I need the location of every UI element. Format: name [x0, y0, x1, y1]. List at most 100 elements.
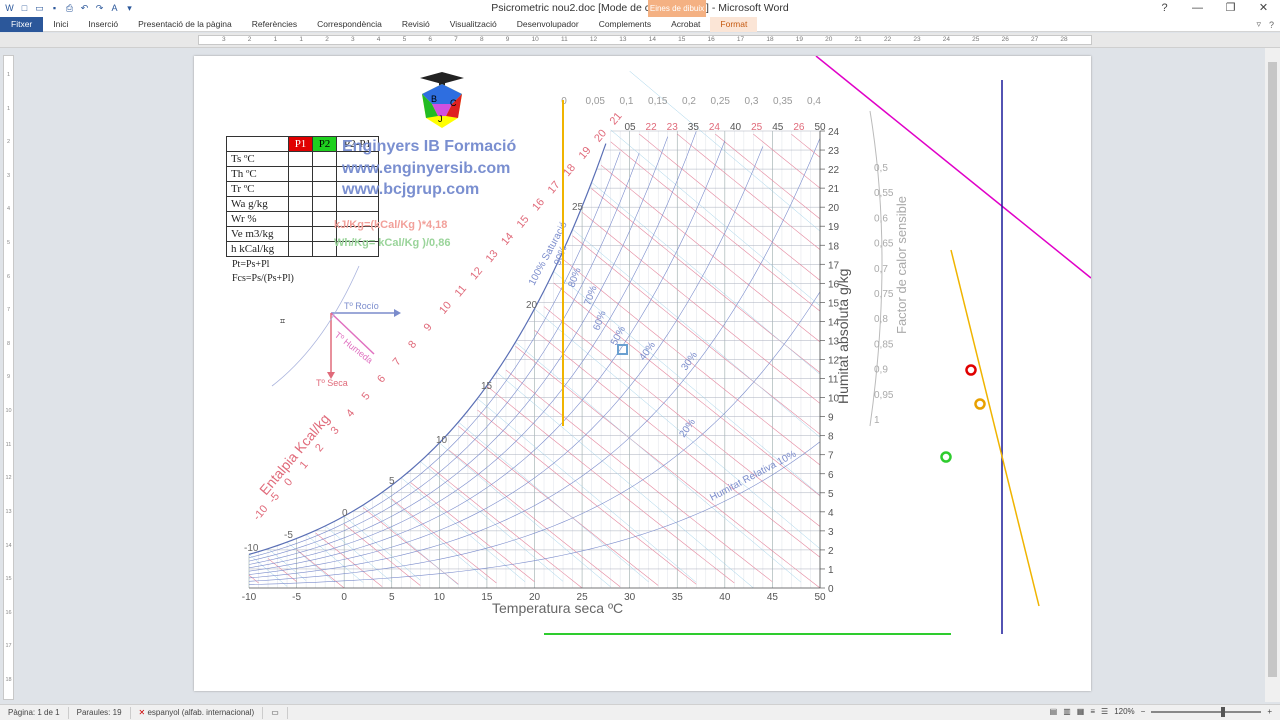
status-page[interactable]: Pàgina: 1 de 1 [0, 706, 69, 719]
top-temp-tick-label: 26 [793, 122, 805, 133]
close-button[interactable]: ✕ [1247, 0, 1280, 17]
undo-icon[interactable]: ↶ [79, 3, 90, 14]
ruler-mark: 27 [1030, 36, 1039, 43]
enthalpy-line [715, 133, 821, 220]
view-web-icon[interactable]: ▦ [1077, 707, 1085, 716]
zoom-out-button[interactable]: − [1141, 707, 1146, 716]
y-tick-label: 18 [828, 241, 840, 252]
x-axis-title: Temperatura seca ºC [492, 600, 623, 616]
rh-curve [248, 131, 697, 569]
vertical-scrollbar[interactable] [1265, 48, 1280, 702]
top-temp-tick-label: 22 [646, 122, 658, 133]
enthalpy-tick-label: 19 [577, 145, 594, 162]
tab-review[interactable]: Revisió [392, 17, 440, 32]
y-tick-label: 9 [828, 413, 834, 424]
zoom-in-button[interactable]: + [1267, 707, 1272, 716]
status-language[interactable]: ✕ espanyol (alfab. internacional) [131, 706, 264, 719]
x-tick-label: 5 [389, 592, 395, 603]
ruler-mark: 6 [428, 36, 432, 43]
top-tick-label: 0,15 [648, 96, 668, 107]
document-page[interactable]: B C J P1 P2 P2-P1 Ts ºC Th ºC Tr ºC Wa g… [194, 56, 1091, 691]
y-tick-label: 23 [828, 146, 840, 157]
rocio-label: Tº Rocío [344, 301, 379, 311]
vertical-ruler[interactable]: 1 1 2 3 4 5 6 7 8 9 10 11 12 13 14 15 16 17 18 [3, 55, 14, 700]
window-title: Psicrometric nou2.doc [Mode de compatibi… [491, 2, 789, 14]
view-fullscreen-icon[interactable]: ▥ [1063, 707, 1071, 716]
status-words[interactable]: Paraules: 19 [69, 706, 131, 719]
horizontal-ruler[interactable]: 3 2 1 1 2 3 4 5 6 7 8 9 10 11 12 13 14 15 16 17 18 19 20 21 22 23… [0, 33, 1280, 48]
ruler-mark: 13 [619, 36, 627, 43]
tab-format[interactable]: Format [710, 16, 758, 32]
enthalpy-line [581, 211, 821, 404]
print-icon[interactable]: ⎙ [64, 3, 75, 14]
enthalpy-tick-label: -10 [251, 503, 270, 523]
word-icon: W [5, 3, 14, 13]
tab-home[interactable]: Inici [43, 17, 78, 32]
y-tick-label: 1 [828, 565, 834, 576]
redo-icon[interactable]: ↷ [94, 3, 105, 14]
ruler-mark: 14 [648, 36, 656, 43]
ruler-mark: 11 [560, 36, 568, 43]
customize-qat-icon[interactable]: ▾ [124, 3, 135, 14]
enthalpy-line [677, 133, 821, 250]
save-icon[interactable]: ▪ [49, 3, 60, 14]
view-outline-icon[interactable]: ≡ [1090, 707, 1095, 716]
ruler-mark: 7 [454, 36, 458, 43]
restore-button[interactable]: ❐ [1214, 0, 1247, 17]
help-icon[interactable]: ? [1148, 0, 1181, 17]
ruler-mark: 22 [883, 36, 892, 43]
tab-references[interactable]: Referències [242, 17, 307, 32]
y-tick-label: 4 [828, 508, 834, 519]
zoom-slider[interactable] [1151, 706, 1262, 717]
font-color-icon[interactable]: A [109, 3, 120, 14]
view-draft-icon[interactable]: ☰ [1101, 707, 1108, 716]
y-tick-label: 2 [828, 546, 834, 557]
enthalpy-tick-label: 4 [344, 407, 357, 419]
view-print-layout-icon[interactable]: ▤ [1050, 707, 1058, 716]
ribbon-expand-icon[interactable]: ▿ [1256, 19, 1261, 30]
tab-page-layout[interactable]: Presentació de la pàgina [128, 17, 242, 32]
ruler-mark: 4 [376, 36, 381, 43]
enthalpy-tick-label: 7 [391, 356, 404, 368]
y-tick-label: 22 [828, 165, 840, 176]
tab-insert[interactable]: Inserció [78, 17, 128, 32]
top-temp-tick-label: 40 [730, 122, 742, 133]
tab-mailings[interactable]: Correspondència [307, 17, 392, 32]
top-temp-tick-label: 35 [688, 122, 700, 133]
legend-curve [271, 265, 360, 387]
zoom-level[interactable]: 120% [1114, 707, 1134, 716]
x-tick-label: 35 [672, 592, 684, 603]
tab-view[interactable]: Visualització [440, 17, 507, 32]
enthalpy-line [410, 482, 535, 582]
macro-record-icon[interactable]: ▭ [263, 706, 288, 719]
enthalpy-line [791, 133, 821, 158]
minimize-button[interactable]: — [1181, 0, 1214, 17]
x-tick-label: 30 [624, 592, 636, 603]
ruler-mark: 3 [222, 36, 226, 43]
enthalpy-tick-label: 13 [484, 248, 501, 265]
help-question-icon[interactable]: ? [1269, 20, 1274, 30]
language-label: espanyol (alfab. internacional) [147, 707, 255, 717]
fcs-tick-label: 0,9 [874, 365, 888, 376]
fcs-tick-label: 0,95 [874, 390, 894, 401]
tab-developer[interactable]: Desenvolupador [507, 17, 589, 32]
enthalpy-tick-label: 20 [592, 127, 609, 144]
ruler-mark: 18 [766, 36, 774, 43]
ruler-mark: 26 [1001, 36, 1009, 43]
open-icon[interactable]: ▭ [34, 3, 45, 14]
enthalpy-tick-label: 9 [422, 321, 435, 333]
tab-acrobat[interactable]: Acrobat [661, 17, 710, 32]
x-tick-label: 40 [719, 592, 731, 603]
tab-addins[interactable]: Complements [589, 17, 661, 32]
ruler-mark: 9 [505, 36, 510, 43]
wet-bulb-tick-label: 20 [526, 300, 538, 311]
orange-diagonal-line [950, 249, 1040, 607]
enthalpy-tick-label: 2 [313, 442, 326, 454]
wet-bulb-tick-label: -5 [284, 530, 293, 541]
tab-file[interactable]: Fitxer [0, 16, 44, 32]
zoom-slider-handle[interactable] [1221, 706, 1226, 717]
fcs-tick-label: 0,6 [874, 213, 888, 224]
new-document-icon[interactable]: □ [19, 3, 30, 14]
psychrometric-chart[interactable]: -10 -5 0 5 10 15 20 25 30 35 40 45 50012345678910111… [194, 56, 1091, 691]
scrollbar-thumb[interactable] [1268, 62, 1277, 677]
